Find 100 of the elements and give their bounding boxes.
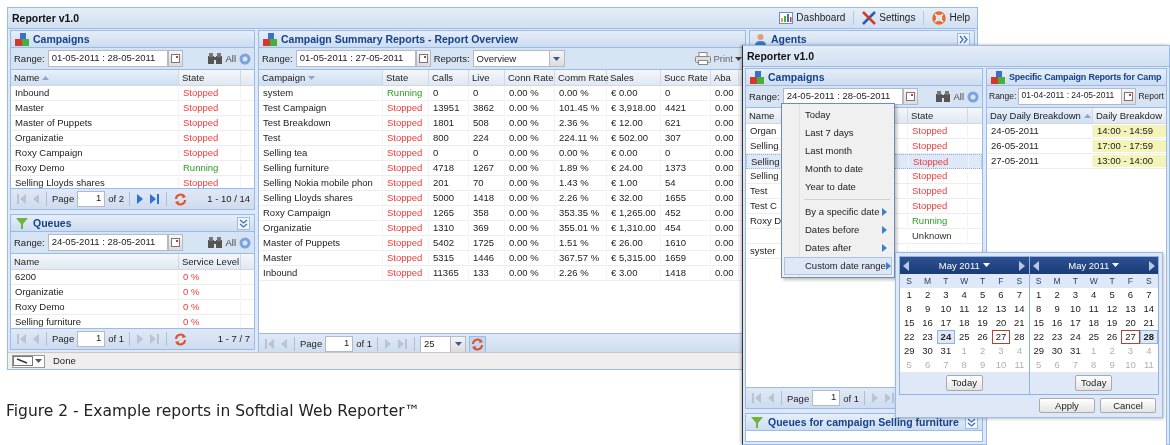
calendar-day[interactable]: 23 (918, 330, 937, 344)
range-field[interactable]: 01-05-2011 : 27-05-2011 (295, 50, 416, 67)
calendar-day[interactable]: 26 (1102, 330, 1122, 344)
calendar-day[interactable]: 4 (1084, 288, 1103, 302)
calendar-day[interactable]: 4 (955, 288, 974, 302)
menu-item[interactable]: Month to date (784, 160, 892, 178)
calendar-day[interactable]: 17 (1066, 316, 1085, 330)
calendar-day[interactable]: 27 (991, 330, 1011, 344)
page-number-field[interactable]: 1 (77, 331, 106, 347)
calendar-day[interactable]: 8 (1029, 302, 1048, 316)
menu-item[interactable]: Last month (784, 142, 892, 160)
print-button[interactable]: Print (695, 52, 742, 65)
calendar-day[interactable]: 31 (1066, 344, 1085, 358)
calendar-day[interactable]: 2 (918, 288, 937, 302)
calendar-day[interactable]: 10 (1066, 302, 1085, 316)
calendar-day[interactable]: 1 (1029, 288, 1048, 302)
previous-month-button[interactable] (1032, 260, 1039, 271)
calendar-day[interactable]: 13 (991, 302, 1011, 316)
calendar-day[interactable]: 19 (1102, 316, 1122, 330)
calendar-day[interactable]: 22 (900, 330, 919, 344)
last-page-button[interactable] (148, 194, 162, 205)
calendar-day[interactable]: 29 (1029, 344, 1048, 358)
column-header[interactable]: Conn Rate (505, 70, 555, 85)
calendar-day[interactable]: 12 (973, 302, 992, 316)
column-header[interactable]: State (908, 108, 968, 123)
page-number-field[interactable]: 1 (77, 191, 106, 208)
calendar-day[interactable]: 11 (1084, 302, 1103, 316)
column-header[interactable]: Calls (429, 70, 469, 85)
calendar-day[interactable]: 16 (1047, 316, 1067, 330)
calendar-day[interactable]: 27 (1121, 330, 1140, 344)
dialog-button[interactable]: Cancel (1100, 398, 1156, 414)
menu-item[interactable]: Dates after (784, 239, 892, 257)
calendar-day[interactable]: 21 (1010, 316, 1029, 330)
toolbar-button[interactable]: Settings (859, 11, 919, 25)
today-button[interactable]: Today (945, 375, 983, 391)
menu-item[interactable]: By a specific date (784, 203, 892, 221)
calendar-day[interactable]: 28 (1010, 330, 1029, 344)
page-number-field[interactable]: 1 (325, 336, 354, 352)
calendar-day[interactable]: 19 (973, 316, 992, 330)
calendar-day[interactable]: 7 (1139, 288, 1158, 302)
calendar-day[interactable]: 6 (1121, 288, 1140, 302)
menu-item[interactable]: Today (784, 106, 892, 124)
calendar-day[interactable]: 14 (1139, 302, 1158, 316)
range-field[interactable]: 01-04-2011 : 24-05-2011 (1018, 88, 1123, 105)
calendar-day[interactable]: 26 (973, 330, 992, 344)
menu-item[interactable]: Last 7 days (784, 124, 892, 142)
toolbar-button[interactable]: Help (929, 11, 973, 25)
column-header[interactable]: State (179, 70, 241, 85)
calendar-day[interactable]: 13 (1121, 302, 1140, 316)
calendar-day[interactable]: 10 (936, 302, 956, 316)
last-page-button[interactable] (883, 393, 897, 404)
today-button[interactable]: Today (1075, 375, 1113, 391)
calendar-day[interactable]: 3 (936, 288, 956, 302)
calendar-day[interactable]: 25 (1084, 330, 1103, 344)
calendar-day[interactable]: 20 (1121, 316, 1140, 330)
column-header[interactable]: Daily Breakdow (1093, 108, 1166, 123)
expand-button[interactable] (957, 32, 970, 46)
calendar-day[interactable]: 31 (936, 344, 956, 358)
calendar-day[interactable]: 15 (1029, 316, 1048, 330)
page-number-field[interactable]: 1 (812, 390, 841, 407)
next-month-button[interactable] (1019, 260, 1026, 271)
column-header[interactable]: Comm Rate (555, 70, 607, 85)
dialog-button[interactable]: Apply (1039, 398, 1095, 414)
all-button[interactable]: All (936, 90, 964, 103)
calendar-day[interactable]: 9 (1047, 302, 1067, 316)
menu-item[interactable]: Dates before (784, 221, 892, 239)
calendar-day[interactable]: 1 (900, 288, 919, 302)
column-header[interactable]: Campaign (259, 70, 383, 85)
calendar-day[interactable]: 20 (991, 316, 1011, 330)
calendar-day[interactable]: 17 (936, 316, 956, 330)
calendar-day[interactable]: 18 (1084, 316, 1103, 330)
refresh-button[interactable] (469, 335, 487, 353)
calendar-day[interactable]: 12 (1102, 302, 1122, 316)
column-header[interactable]: Aba (711, 70, 739, 85)
calendar-day[interactable]: 2 (1047, 288, 1067, 302)
calendar-day[interactable]: 22 (1029, 330, 1048, 344)
column-header[interactable]: Day Daily Breakdown (987, 108, 1093, 123)
range-field[interactable]: 24-05-2011 : 28-05-2011 (47, 234, 168, 252)
column-header[interactable]: State (383, 70, 429, 85)
previous-month-button[interactable] (903, 260, 909, 271)
menu-item[interactable]: Custom date range (784, 257, 892, 275)
calendar-day[interactable]: 16 (918, 316, 937, 330)
range-field[interactable]: 01-05-2011 : 28-05-2011 (47, 50, 168, 67)
calendar-day[interactable]: 18 (955, 316, 974, 330)
calendar-day[interactable]: 25 (955, 330, 974, 344)
calendar-day[interactable]: 15 (900, 316, 919, 330)
next-month-button[interactable] (1149, 260, 1155, 271)
calendar-day[interactable]: 21 (1139, 316, 1158, 330)
column-header[interactable]: Succ Rate (661, 70, 711, 85)
all-button[interactable]: All (208, 52, 236, 65)
column-header[interactable]: Name (11, 254, 179, 270)
calendar-day[interactable]: 29 (900, 344, 919, 358)
calendar-day[interactable]: 5 (1102, 288, 1122, 302)
calendar-day[interactable]: 7 (1010, 288, 1029, 302)
calendar-day[interactable]: 8 (900, 302, 919, 316)
column-header[interactable]: Service Level (179, 254, 241, 270)
calendar-day[interactable]: 24 (936, 330, 956, 344)
calendar-day[interactable]: 30 (918, 344, 937, 358)
calendar-day[interactable]: 3 (1066, 288, 1085, 302)
menu-item[interactable]: Year to date (784, 178, 892, 196)
